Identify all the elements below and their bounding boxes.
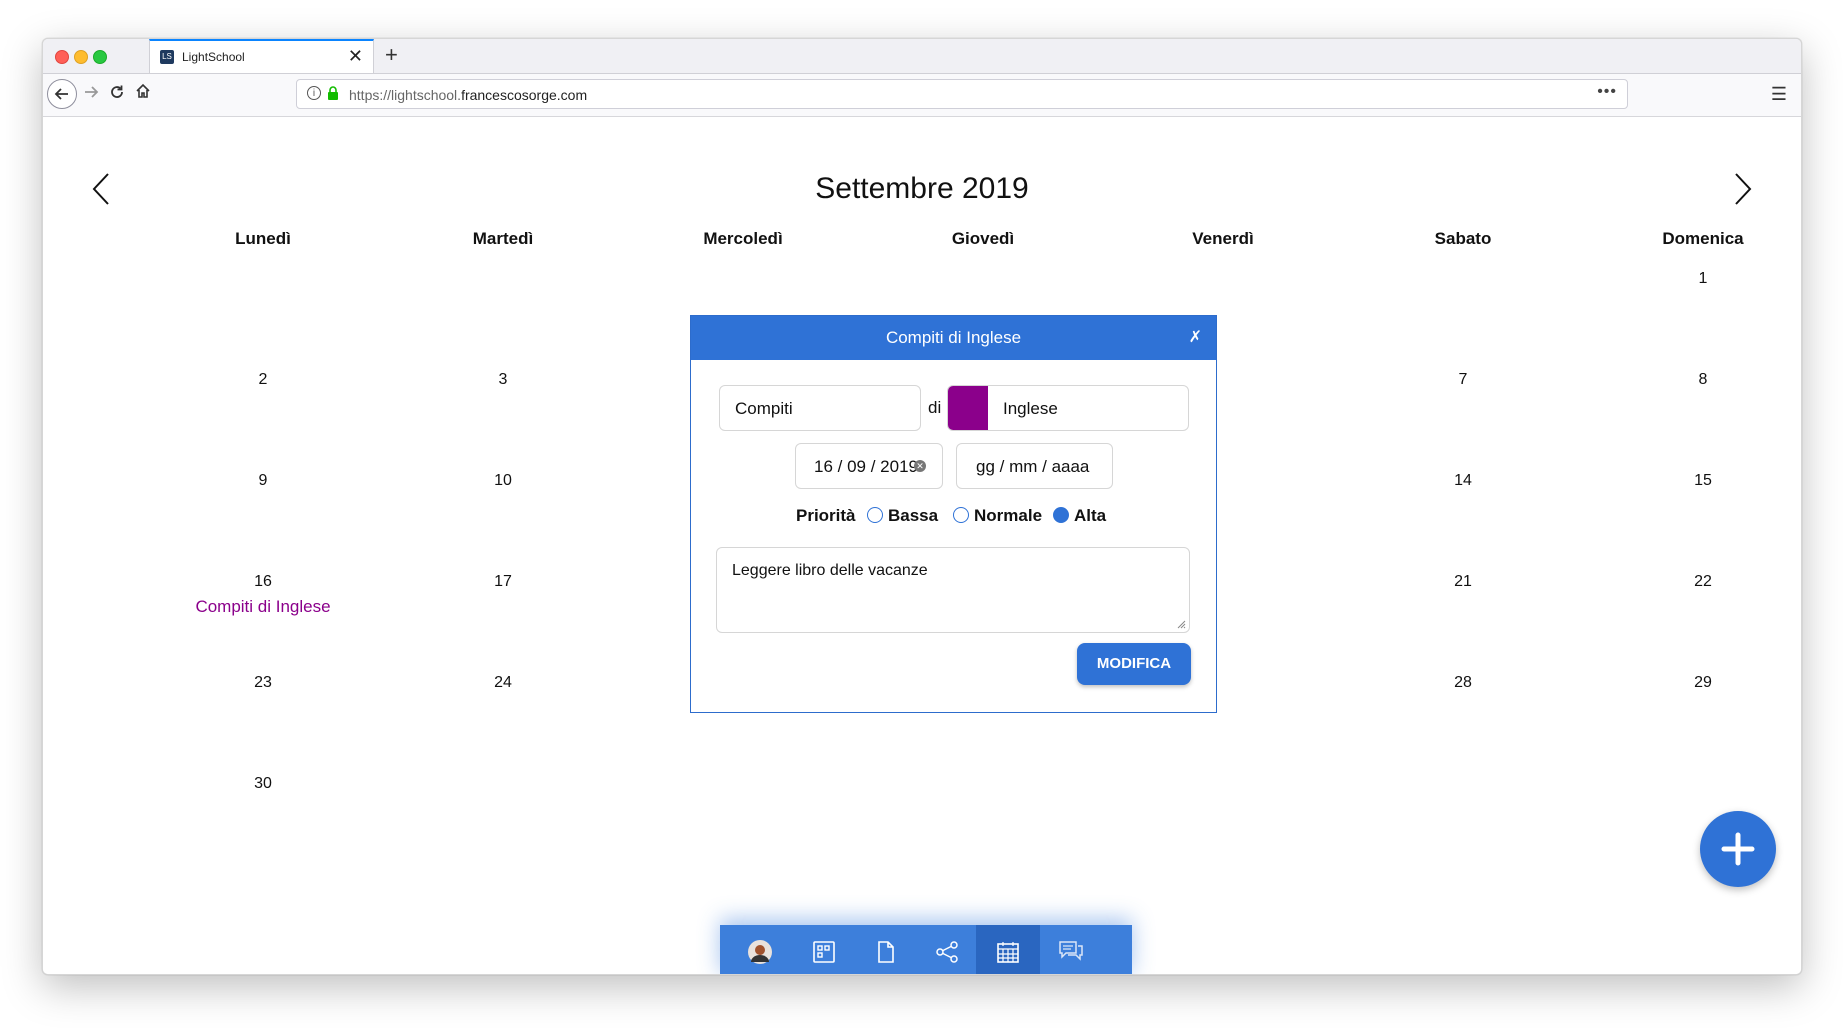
day-cell[interactable]: 29 [1583,674,1801,692]
resize-handle-icon[interactable] [1176,619,1186,629]
share-icon [936,941,958,963]
home-icon [136,83,150,98]
event-edit-dialog: Compiti di Inglese ✗ Compiti di Inglese … [690,315,1217,713]
dock-files[interactable] [854,925,918,974]
lock-icon [328,86,338,100]
priority-bassa-radio[interactable] [867,507,883,523]
dialog-header: Compiti di Inglese ✗ [691,316,1216,360]
weekday-header: Lunedì [235,229,291,248]
weekday-header: Martedì [472,229,534,248]
day-cell[interactable]: 23 [143,674,383,692]
end-date-input[interactable]: gg / mm / aaaa [956,443,1113,489]
minimize-window-button[interactable] [74,50,88,64]
reload-button[interactable] [109,80,125,108]
desktop-icon [813,941,835,963]
tab-title: LightSchool [182,50,245,64]
day-cell[interactable]: 15 [1583,472,1801,490]
priority-group: Priorità Bassa Normale Alta [691,504,1216,528]
file-icon [878,941,894,963]
dock-desktop[interactable] [792,925,856,974]
notes-value: Leggere libro delle vacanze [732,562,928,579]
close-window-button[interactable] [55,50,69,64]
close-tab-icon[interactable]: ✕ [348,46,363,66]
month-title: Settembre 2019 [815,172,1029,205]
arrow-left-icon [54,88,68,100]
info-icon[interactable]: i [307,86,321,100]
event-compiti-inglese[interactable]: Compiti di Inglese [143,597,383,617]
close-icon[interactable]: ✗ [1189,316,1202,360]
end-date-placeholder: gg / mm / aaaa [976,457,1090,476]
weekday-header: Giovedì [951,229,1015,248]
tab-strip: LS LightSchool ✕ + [43,39,1801,74]
day-cell[interactable]: 9 [143,472,383,490]
day-cell[interactable]: 8 [1583,371,1801,389]
priority-normale-label[interactable]: Normale [974,506,1042,526]
weekday-header: Mercoledì [703,229,783,248]
reload-icon [111,85,123,98]
day-cell[interactable]: 16 [143,573,383,591]
day-cell[interactable]: 24 [383,674,623,692]
dock-calendar[interactable] [976,925,1040,974]
url-prefix: https://lightschool. [349,87,462,103]
type-value: Compiti [735,399,793,418]
dock-messages[interactable] [1038,925,1102,974]
type-input[interactable]: Compiti [719,385,921,431]
forward-button[interactable] [83,80,99,108]
priority-bassa-label[interactable]: Bassa [888,506,938,526]
zoom-window-button[interactable] [93,50,107,64]
priority-normale-radio[interactable] [953,507,969,523]
new-tab-button[interactable]: + [385,42,398,68]
url-text[interactable]: https://lightschool.francescosorge.com [349,87,587,103]
subject-value: Inglese [1003,399,1058,418]
day-cell[interactable]: 14 [1343,472,1583,490]
dialog-title: Compiti di Inglese [885,328,1022,347]
subject-color-swatch[interactable] [948,386,988,430]
date-value: 16 / 09 / 2019 [814,457,918,476]
calendar-icon [997,942,1019,963]
weekday-header: Domenica [1662,229,1744,248]
add-event-button[interactable] [1700,811,1776,887]
priority-alta-label[interactable]: Alta [1074,506,1106,526]
day-cell[interactable]: 2 [143,371,383,389]
day-cell[interactable]: 17 [383,573,623,591]
priority-alta-radio[interactable] [1053,507,1069,523]
url-bar[interactable]: i https://lightschool.francescosorge.com… [296,79,1628,109]
browser-window: LS LightSchool ✕ + i https://lightschool… [42,38,1802,975]
day-cell[interactable]: 7 [1343,371,1583,389]
day-cell[interactable]: 3 [383,371,623,389]
subject-input[interactable]: Inglese [947,385,1189,431]
notes-textarea[interactable]: Leggere libro delle vacanze [716,547,1190,633]
weekday-header: Sabato [1434,229,1492,248]
day-cell[interactable]: 28 [1343,674,1583,692]
clear-date-icon[interactable]: ✕ [914,460,926,472]
avatar [748,940,772,964]
arrow-right-icon [85,86,99,98]
tab-lightschool[interactable]: LS LightSchool ✕ [149,39,374,73]
plus-icon [1721,832,1755,866]
dock-profile[interactable] [728,925,792,974]
day-cell[interactable]: 21 [1343,573,1583,591]
favicon-icon: LS [160,50,174,64]
chat-icon [1059,941,1083,961]
day-cell[interactable]: 1 [1583,270,1801,288]
day-cell[interactable]: 30 [143,775,383,793]
date-input[interactable]: 16 / 09 / 2019 ✕ [795,443,943,489]
home-button[interactable] [135,80,151,108]
di-label: di [928,398,942,417]
hamburger-menu-icon[interactable]: ☰ [1771,84,1787,105]
back-button[interactable] [47,79,77,109]
dock-share[interactable] [915,925,979,974]
next-month-arrow-icon[interactable] [1733,172,1753,206]
navigation-bar: i https://lightschool.francescosorge.com… [43,74,1801,117]
weekday-header: Venerdì [1192,229,1254,248]
day-cell[interactable]: 10 [383,472,623,490]
bottom-dock [720,925,1132,974]
day-cell[interactable]: 22 [1583,573,1801,591]
page-actions-icon[interactable]: ••• [1597,83,1617,101]
priority-label: Priorità [796,506,856,525]
url-host: francescosorge.com [461,87,588,103]
modifica-button[interactable]: MODIFICA [1077,643,1191,685]
